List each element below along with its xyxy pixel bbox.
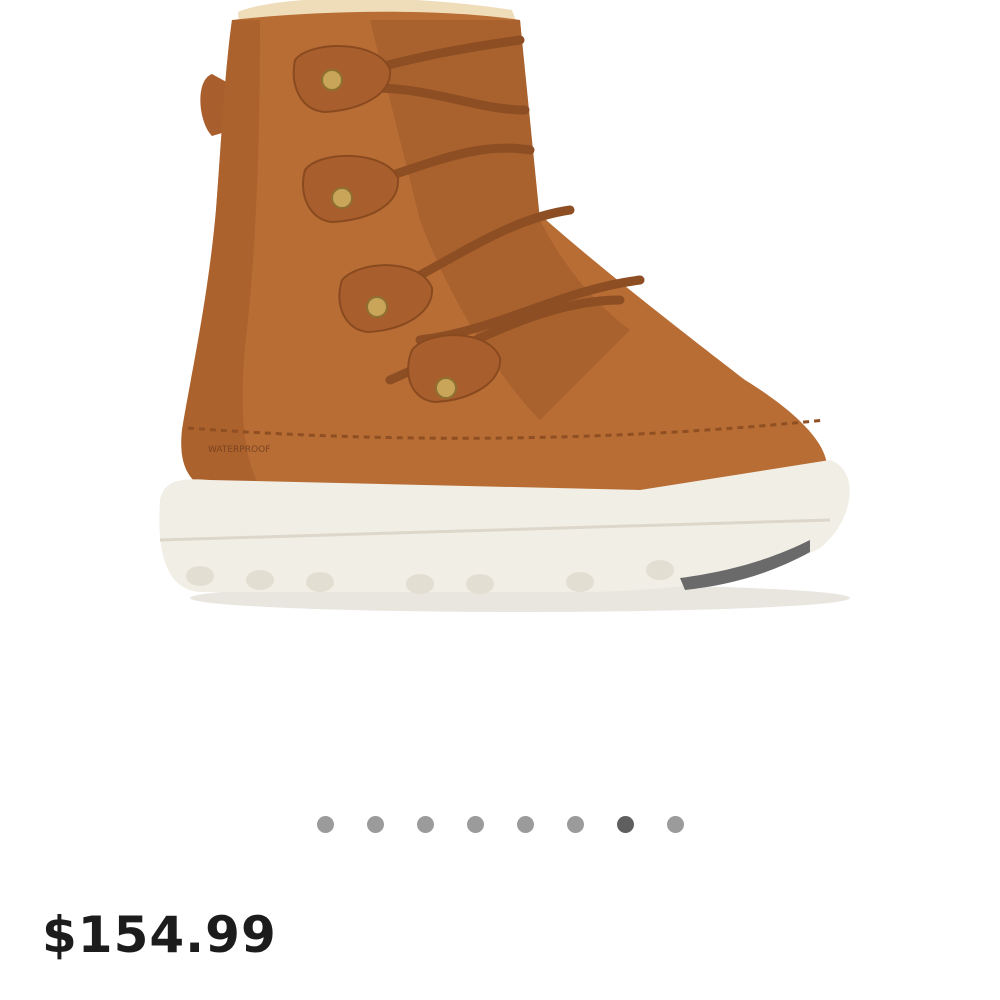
- carousel-dot[interactable]: [366, 816, 384, 833]
- carousel-dot[interactable]: [316, 816, 334, 833]
- waterproof-label: WATERPROOF: [208, 445, 270, 455]
- product-image[interactable]: WATERPROOF: [120, 0, 880, 640]
- carousel-dot[interactable]: [566, 816, 584, 833]
- carousel-dot[interactable]: [516, 816, 534, 833]
- product-gallery-page: WATERPROOF $154.99: [0, 0, 1000, 1000]
- carousel-dot[interactable]: [666, 816, 684, 833]
- image-carousel-dots: [0, 816, 1000, 833]
- boot-illustration: WATERPROOF: [159, 0, 850, 612]
- carousel-dot[interactable]: [466, 816, 484, 833]
- carousel-dot[interactable]: [416, 816, 434, 833]
- product-price: $154.99: [42, 906, 277, 964]
- carousel-dot-active[interactable]: [616, 816, 634, 833]
